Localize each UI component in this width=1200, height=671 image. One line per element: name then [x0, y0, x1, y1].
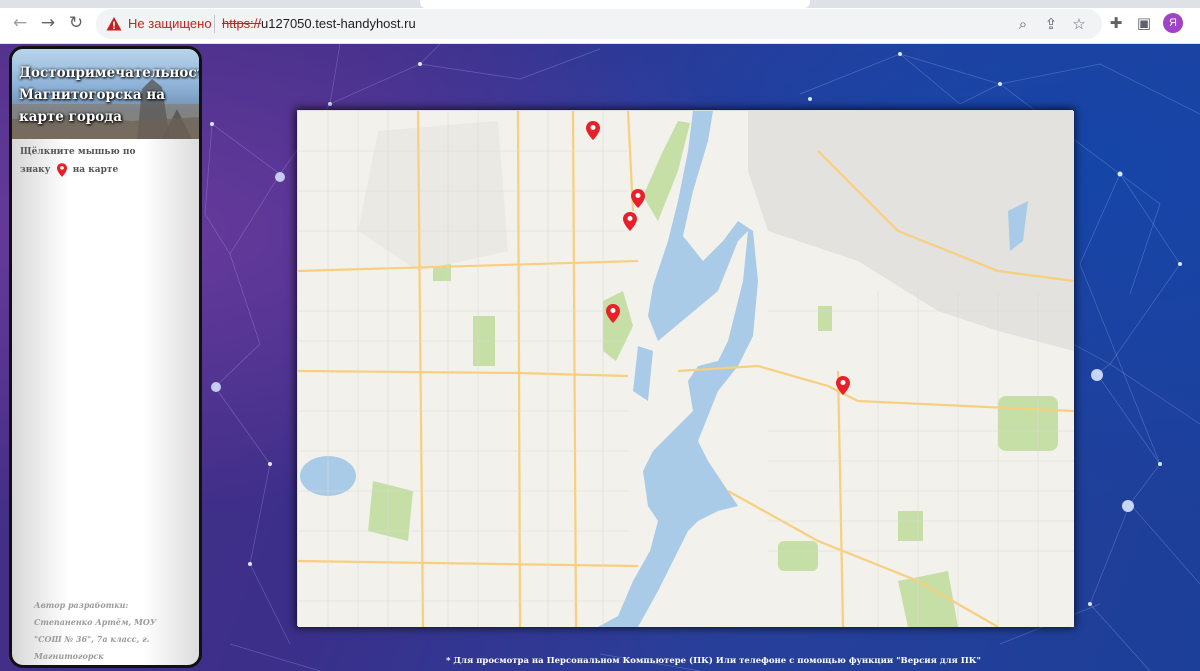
page-title: Достопримечательности Магнитогорска на к… [19, 65, 202, 125]
not-secure-label[interactable]: Не защищено [128, 16, 212, 31]
active-tab[interactable] [420, 0, 810, 8]
map-marker-landmark-2[interactable] [631, 189, 645, 208]
map-base-layer [298, 111, 1074, 627]
map-pin-icon [623, 212, 637, 231]
url-scheme: https:// [222, 16, 262, 31]
map-pin-icon [631, 189, 645, 208]
url-text[interactable]: https://u127050.test-handyhost.ru [222, 16, 416, 31]
back-arrow-icon[interactable]: ← [10, 13, 30, 33]
tab-strip [0, 0, 1200, 8]
profile-avatar[interactable]: Я [1163, 13, 1183, 33]
bookmark-star-icon[interactable]: ☆ [1070, 15, 1088, 33]
side-panel-icon[interactable]: ▣ [1134, 13, 1154, 33]
map-pin-icon [586, 121, 600, 140]
map-pin-icon [606, 304, 620, 323]
map-marker-landmark-5[interactable] [836, 376, 850, 395]
map-marker-landmark-3[interactable] [623, 212, 637, 231]
footnote: * Для просмотра на Персональном Компьюте… [446, 656, 981, 666]
address-bar[interactable]: Не защищено https://u127050.test-handyho… [96, 9, 1102, 39]
share-icon[interactable]: ⇪ [1042, 15, 1060, 33]
warning-icon [106, 17, 122, 31]
forward-arrow-icon[interactable]: → [38, 13, 58, 33]
map-marker-landmark-4[interactable] [606, 304, 620, 323]
url-host: u127050.test-handyhost.ru [261, 16, 416, 31]
hint-text-after: на карте [72, 165, 119, 175]
author-credit: Автор разработки: Степаненко Артём, МОУ … [34, 600, 157, 661]
reload-icon[interactable]: ↻ [66, 13, 86, 33]
sidebar-panel: Достопримечательности Магнитогорска на к… [9, 46, 202, 668]
omnibox-divider [214, 15, 215, 33]
browser-chrome: ← → ↻ Не защищено https://u127050.test-h… [0, 0, 1200, 44]
instruction-text: Щёлкните мышью по знаку на карте [20, 143, 160, 179]
zoom-icon[interactable]: ⌕ [1014, 15, 1032, 33]
extensions-icon[interactable]: ✚ [1106, 13, 1126, 33]
map-marker-landmark-1[interactable] [586, 121, 600, 140]
page-viewport: Достопримечательности Магнитогорска на к… [0, 44, 1200, 671]
city-map[interactable] [297, 110, 1074, 627]
map-pin-icon [56, 162, 67, 177]
map-pin-icon [836, 376, 850, 395]
header-banner-image: Достопримечательности Магнитогорска на к… [12, 49, 199, 139]
